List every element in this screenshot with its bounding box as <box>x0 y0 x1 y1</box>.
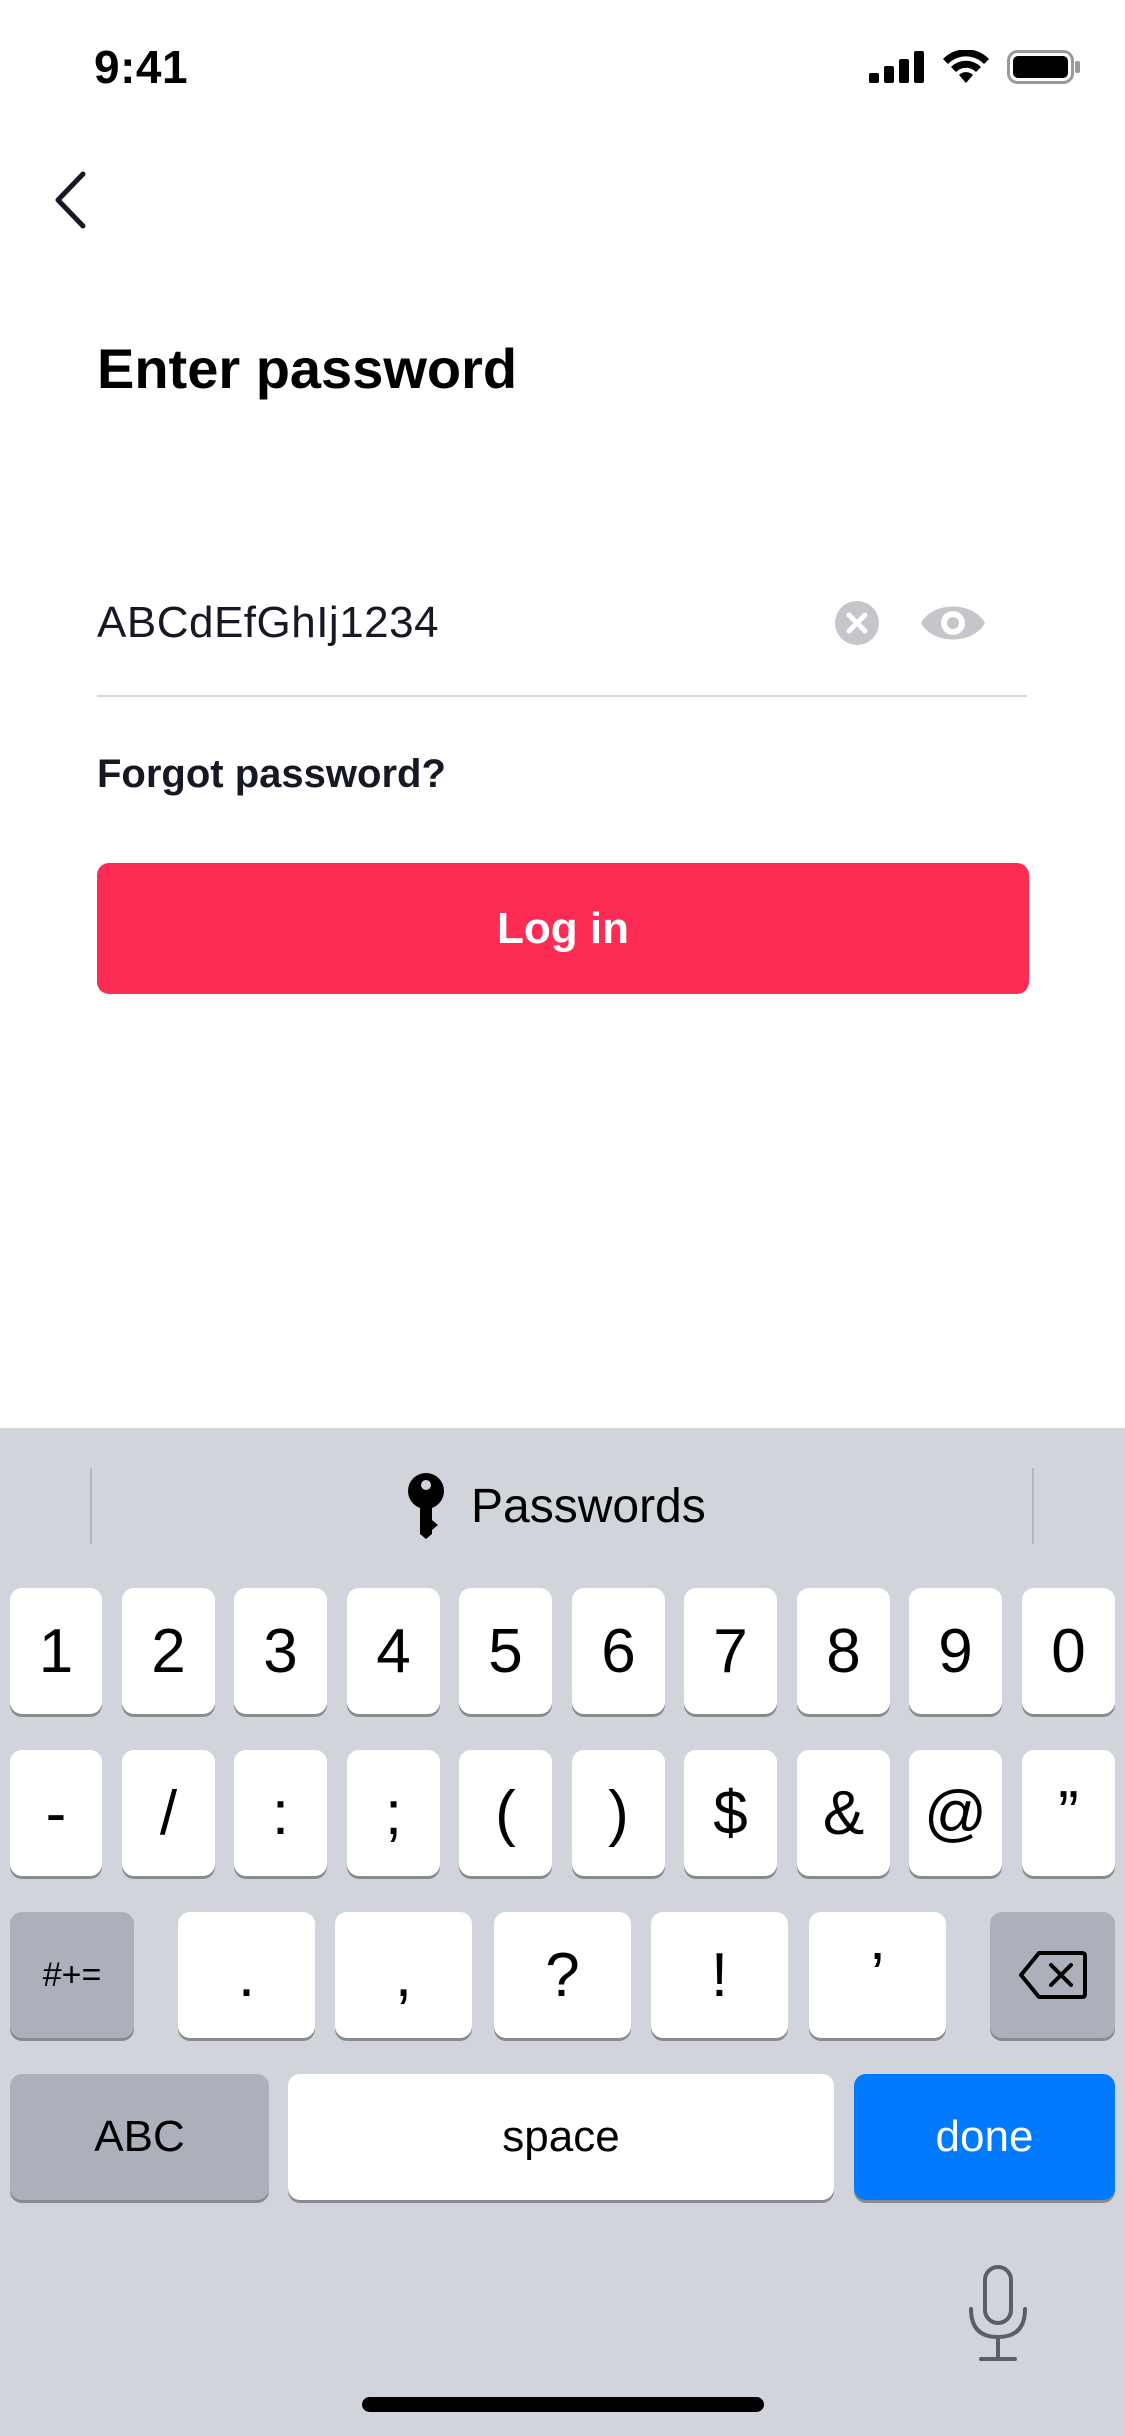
password-field[interactable]: ABCdEfGhIj1234 <box>97 580 1027 697</box>
chevron-left-icon <box>55 171 86 229</box>
key-exclamation[interactable]: ! <box>651 1912 788 2038</box>
battery-icon <box>1007 50 1080 84</box>
key-6[interactable]: 6 <box>572 1588 665 1714</box>
clear-icon <box>835 601 879 645</box>
status-time: 9:41 <box>94 41 189 93</box>
password-input-value[interactable]: ABCdEfGhIj1234 <box>97 598 439 648</box>
forgot-password-link[interactable]: Forgot password? <box>97 752 446 797</box>
show-password-button[interactable] <box>919 592 987 654</box>
key-abc[interactable]: ABC <box>10 2074 269 2200</box>
key-2[interactable]: 2 <box>122 1588 215 1714</box>
key-7[interactable]: 7 <box>684 1588 777 1714</box>
key-close-paren[interactable]: ) <box>572 1750 665 1876</box>
passwords-label: Passwords <box>471 1479 706 1533</box>
dictation-button[interactable] <box>965 2265 1031 2365</box>
back-button[interactable] <box>40 160 100 240</box>
key-9[interactable]: 9 <box>909 1588 1002 1714</box>
cellular-signal-icon <box>869 51 924 83</box>
key-5[interactable]: 5 <box>459 1588 552 1714</box>
key-hyphen[interactable]: - <box>10 1750 102 1876</box>
key-4[interactable]: 4 <box>347 1588 440 1714</box>
key-space[interactable]: space <box>288 2074 834 2200</box>
page-title: Enter password <box>97 337 518 400</box>
keyboard: Passwords 1 2 3 4 5 6 7 8 9 0 - / : ; ( … <box>0 1428 1125 2436</box>
suggestion-divider <box>90 1468 92 1544</box>
key-icon <box>408 1473 444 1539</box>
key-question[interactable]: ? <box>494 1912 631 2038</box>
key-1[interactable]: 1 <box>10 1588 102 1714</box>
key-semicolon[interactable]: ; <box>347 1750 440 1876</box>
suggestion-bar: Passwords <box>0 1428 1125 1578</box>
key-open-paren[interactable]: ( <box>459 1750 552 1876</box>
suggestion-divider <box>1032 1468 1034 1544</box>
status-icons <box>869 50 1081 84</box>
home-indicator <box>362 2397 764 2412</box>
key-at[interactable]: @ <box>909 1750 1002 1876</box>
key-ampersand[interactable]: & <box>797 1750 890 1876</box>
eye-icon <box>921 606 985 640</box>
key-quote[interactable]: ” <box>1022 1750 1115 1876</box>
key-symbols[interactable]: #+= <box>10 1912 134 2038</box>
wifi-icon <box>943 50 989 83</box>
microphone-icon <box>969 2265 1027 2361</box>
clear-button[interactable] <box>832 598 882 648</box>
key-apostrophe[interactable]: ’ <box>809 1912 946 2038</box>
key-comma[interactable]: , <box>335 1912 472 2038</box>
key-period[interactable]: . <box>178 1912 315 2038</box>
key-3[interactable]: 3 <box>234 1588 327 1714</box>
key-slash[interactable]: / <box>122 1750 215 1876</box>
key-0[interactable]: 0 <box>1022 1588 1115 1714</box>
key-8[interactable]: 8 <box>797 1588 890 1714</box>
delete-key[interactable] <box>990 1912 1115 2038</box>
key-done[interactable]: done <box>854 2074 1115 2200</box>
login-button[interactable]: Log in <box>97 863 1029 994</box>
passwords-suggestion[interactable]: Passwords <box>405 1468 706 1544</box>
backspace-icon <box>1018 1951 1087 1999</box>
key-dollar[interactable]: $ <box>684 1750 777 1876</box>
key-colon[interactable]: : <box>234 1750 327 1876</box>
